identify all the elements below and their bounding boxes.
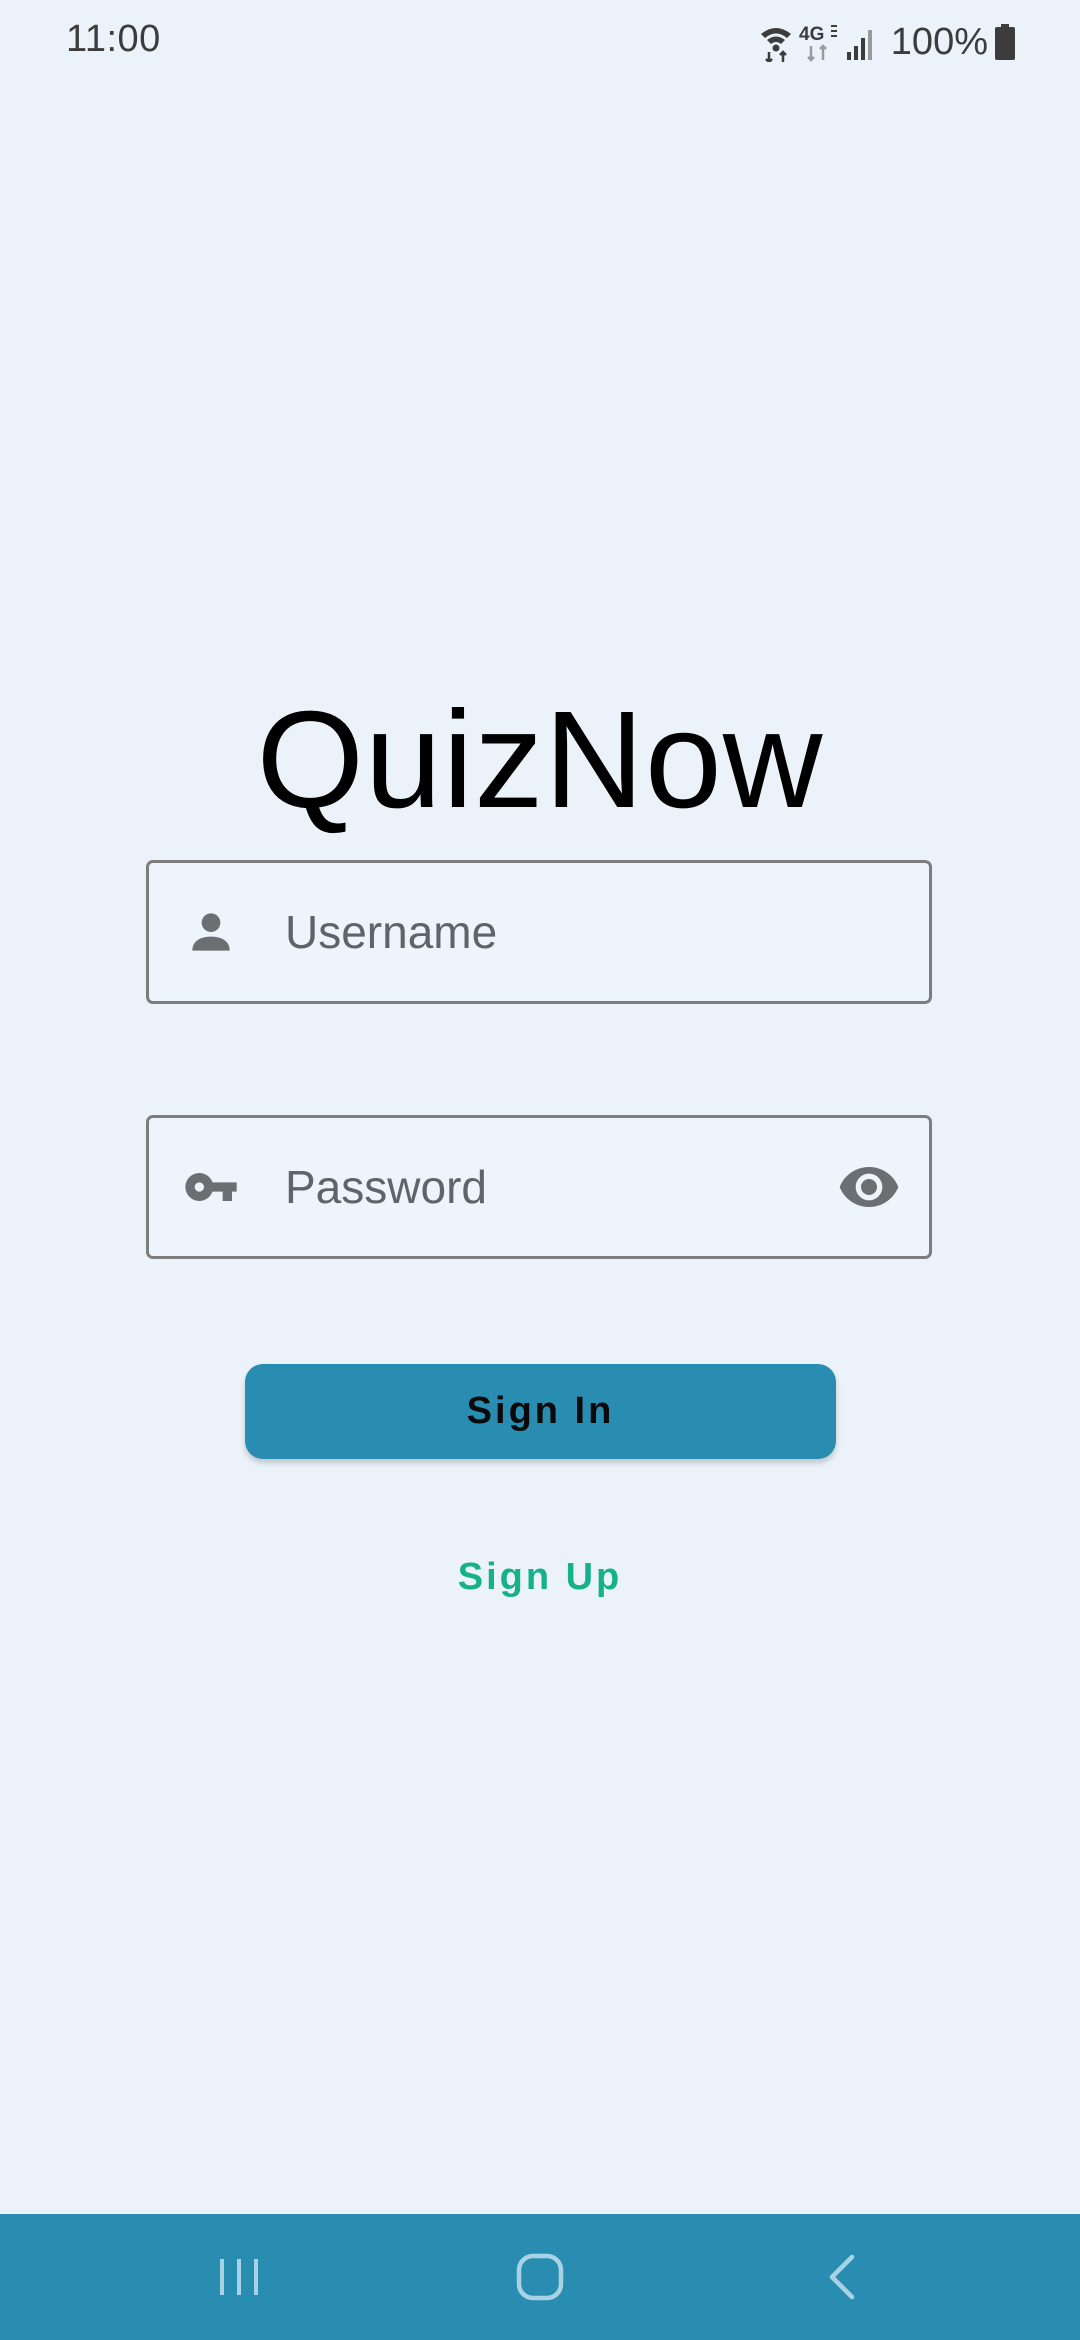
password-placeholder: Password [285, 1161, 487, 1213]
status-time: 11:00 [66, 18, 161, 60]
signal-icon [845, 22, 877, 62]
mobile-data-icon: 4G [799, 22, 839, 62]
eye-icon[interactable] [837, 1155, 901, 1219]
status-icons: 4G 100% [759, 18, 1016, 66]
home-icon[interactable] [510, 2247, 570, 2307]
back-icon[interactable] [814, 2247, 874, 2307]
navigation-bar [0, 2214, 1080, 2340]
network-label: 4G [799, 24, 824, 45]
app-title: QuizNow [256, 683, 824, 837]
person-icon [183, 904, 239, 960]
username-placeholder: Username [285, 906, 498, 958]
battery-level: 100% [890, 20, 988, 63]
key-icon [183, 1159, 239, 1215]
recents-icon[interactable] [209, 2247, 269, 2307]
sign-up-link[interactable]: Sign Up [0, 1556, 1080, 1599]
sign-in-button[interactable]: Sign In [245, 1364, 836, 1459]
wifi-icon [759, 22, 793, 62]
status-bar: 11:00 4G 100% [0, 0, 1080, 84]
sign-in-label: Sign In [466, 1390, 615, 1432]
battery-icon [994, 22, 1016, 62]
password-field[interactable]: Password [146, 1115, 932, 1259]
username-field[interactable]: Username [146, 860, 932, 1004]
